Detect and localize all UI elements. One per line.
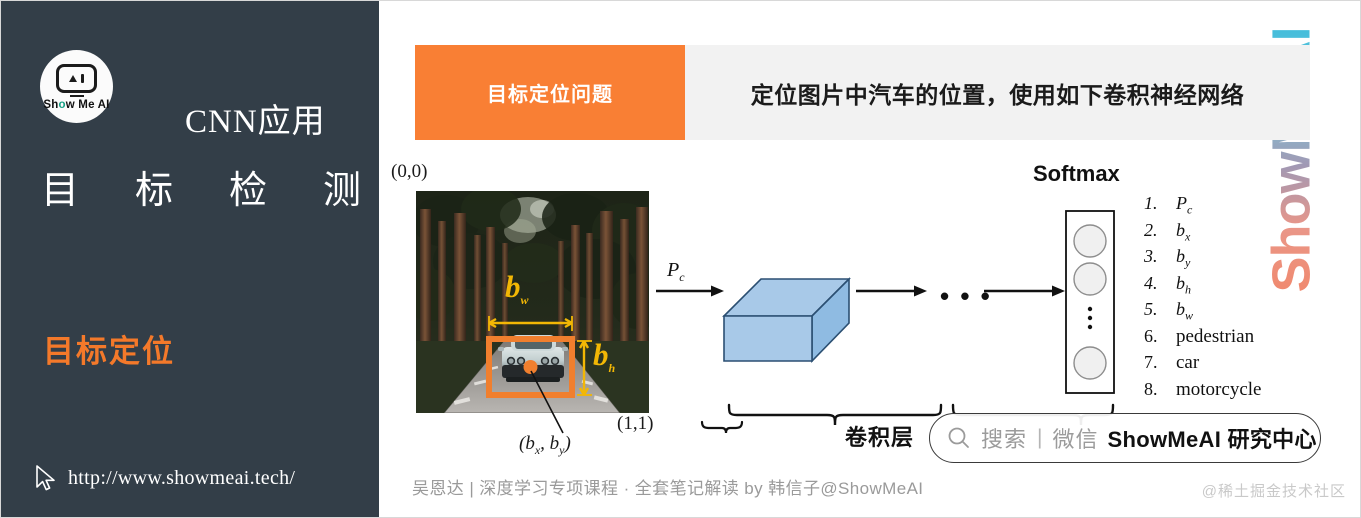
width-measure-arrow	[488, 316, 573, 331]
footer-credit-badge: @稀土掘金技术社区	[1201, 483, 1346, 500]
list-item: 5. bw	[1144, 299, 1261, 326]
list-item: 7. car	[1144, 352, 1261, 379]
list-item-number: 8.	[1144, 378, 1158, 399]
search-placeholder: 搜索	[981, 427, 1028, 452]
robot-face-icon	[56, 63, 97, 93]
list-item: 8. motorcycle	[1144, 379, 1261, 406]
slide-canvas: Show Me AI CNN应用 目 标 检 测 目标定位 http://www…	[0, 0, 1361, 518]
softmax-label: Softmax	[1033, 161, 1120, 186]
list-item: 3. by	[1144, 246, 1261, 273]
conv-layer-label: 卷积层	[845, 425, 915, 450]
bh-label: bh	[593, 337, 616, 376]
mouse-pointer-icon	[36, 465, 55, 491]
center-coordinate-label: (bx, by)	[519, 433, 571, 457]
list-item-number: 5.	[1144, 299, 1158, 319]
list-item-value: by	[1176, 246, 1191, 270]
page-title-char-3: 检	[228, 170, 267, 212]
site-link-row[interactable]: http://www.showmeai.tech/	[34, 465, 295, 491]
list-item: 6. pedestrian	[1144, 326, 1261, 353]
content-panel: ShowMeAI 目标定位问题 定位图片中汽车的位置，使用如下卷积神经网络 (0…	[379, 1, 1360, 517]
pc-input-label: Pc	[667, 259, 685, 284]
search-divider: |	[1037, 426, 1043, 449]
list-item-value: Pc	[1176, 193, 1193, 217]
list-item-value: bw	[1176, 299, 1194, 323]
bounding-box-center-point	[523, 360, 538, 374]
list-item: 2. bx	[1144, 220, 1261, 247]
list-item-value: pedestrian	[1176, 325, 1255, 347]
softmax-output-list: 1. Pc 2. bx 3. by 4. bh 5. bw 6. pedestrian 7.…	[1144, 193, 1261, 405]
page-title-char-4: 测	[322, 170, 361, 212]
showmeai-robot-logo: Show Me AI	[40, 50, 113, 123]
arrow-dots-to-softmax	[984, 285, 1065, 297]
page-title: 目 标 检 测	[41, 159, 361, 214]
logo-wordmark-post: w Me AI	[65, 99, 110, 112]
search-icon	[948, 427, 969, 448]
list-item-value: bh	[1176, 272, 1191, 297]
height-measure-arrow	[577, 340, 592, 396]
robot-neck-icon	[69, 94, 84, 98]
list-item-value: car	[1176, 352, 1200, 373]
arrow-input-to-conv	[656, 285, 724, 297]
search-brand: ShowMeAI 研究中心	[1107, 427, 1317, 452]
footer-note: 吴恩达 | 深度学习专项课程 · 全套笔记解读 by 韩信子@ShowMeAI	[412, 479, 924, 498]
ellipsis-label: • • •	[940, 281, 992, 311]
page-title-char-1: 目	[41, 170, 80, 212]
softmax-output-box	[1065, 210, 1115, 394]
list-item-number: 1.	[1144, 193, 1158, 213]
end-coordinate-label: (1,1)	[617, 413, 654, 434]
list-item-number: 2.	[1144, 219, 1158, 240]
list-item-number: 3.	[1144, 246, 1158, 266]
site-url-label: http://www.showmeai.tech/	[68, 466, 296, 489]
logo-wordmark: Show Me AI	[43, 99, 109, 111]
center-leader-line	[530, 370, 564, 434]
list-item-value: motorcycle	[1176, 378, 1262, 400]
robot-eye-i-icon	[81, 73, 84, 83]
list-item-number: 7.	[1144, 352, 1158, 372]
wechat-search-bar[interactable]: 搜索 | 微信 ShowMeAI 研究中心	[929, 413, 1321, 463]
search-source: 微信	[1052, 427, 1099, 452]
conv-layer-cube	[722, 277, 851, 363]
page-title-char-2: 标	[134, 170, 173, 212]
list-item-value: bx	[1176, 219, 1191, 244]
logo-wordmark-dot: o	[58, 99, 66, 112]
list-item-number: 6.	[1144, 325, 1158, 346]
sidebar-panel: Show Me AI CNN应用 目 标 检 测 目标定位 http://www…	[1, 1, 379, 517]
page-subtitle: 目标定位	[43, 334, 175, 369]
arrow-conv-to-dots	[856, 285, 927, 297]
course-title: CNN应用	[185, 104, 326, 140]
list-item: 1. Pc	[1144, 193, 1261, 220]
conv-layer-brace	[700, 420, 744, 434]
list-item: 4. bh	[1144, 273, 1261, 300]
list-item-number: 4.	[1144, 272, 1158, 293]
robot-eye-a-icon	[69, 74, 77, 82]
logo-wordmark-pre: Sh	[43, 99, 59, 112]
origin-coordinate-label: (0,0)	[391, 161, 428, 182]
bw-label: bw	[505, 269, 529, 308]
